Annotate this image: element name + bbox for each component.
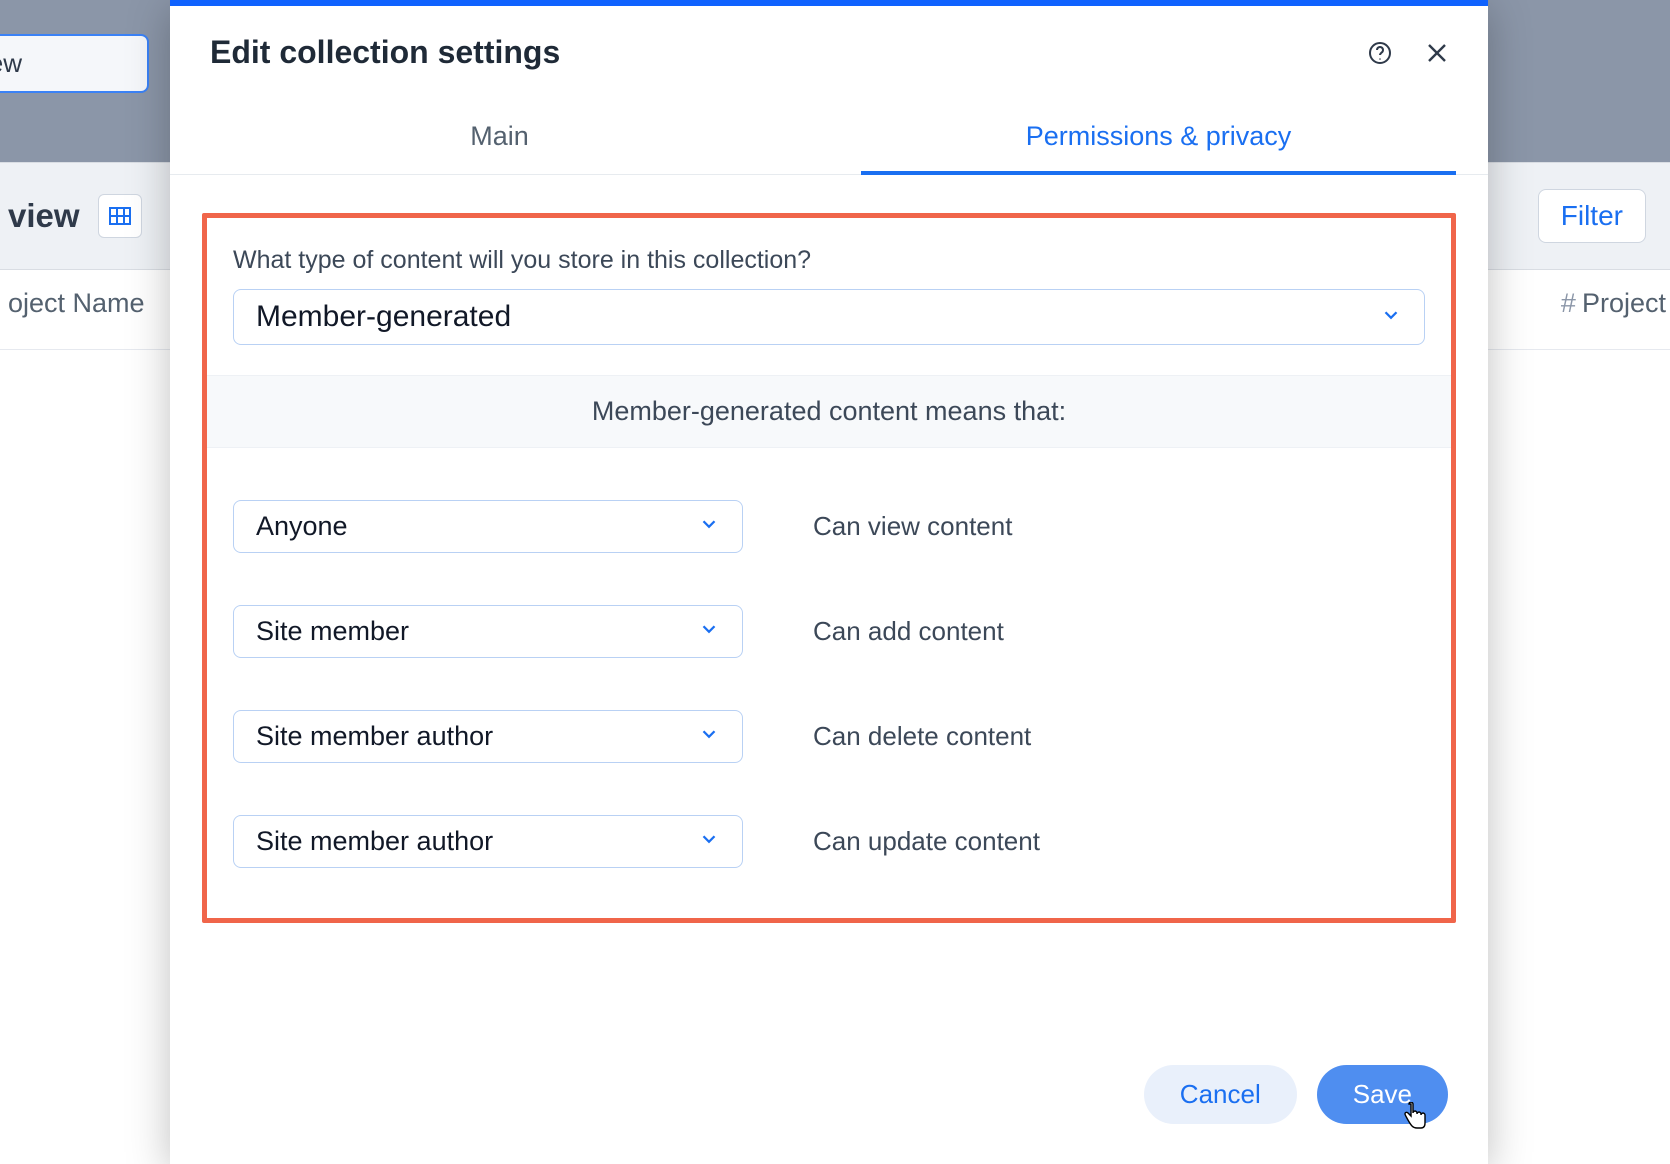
perm-delete-role: Site member author [256,721,493,752]
bg-col-left-text: oject Name [8,288,145,318]
highlight-frame: What type of content will you store in t… [202,213,1456,923]
modal-header: Edit collection settings [170,6,1488,71]
edit-collection-modal: Edit collection settings Main Permission… [170,0,1488,1164]
help-icon[interactable] [1368,41,1392,65]
perm-delete-desc: Can delete content [813,721,1031,752]
content-type-value: Member-generated [256,300,511,334]
bg-chip-view: view [0,34,149,93]
perm-view-desc: Can view content [813,511,1012,542]
perm-view-role: Anyone [256,511,348,542]
content-type-select[interactable]: Member-generated [233,289,1425,345]
tab-permissions[interactable]: Permissions & privacy [829,105,1488,174]
bg-col-right-text: Project [1582,288,1666,318]
perm-update-select[interactable]: Site member author [233,815,743,868]
grid-icon [98,194,142,238]
perm-add-role: Site member [256,616,409,647]
modal-title: Edit collection settings [210,34,560,71]
perm-row-add: Site member Can add content [207,605,1451,658]
perm-update-desc: Can update content [813,826,1040,857]
save-label: Save [1353,1079,1412,1109]
chevron-down-icon [698,513,720,540]
bg-chip-view-label: view [0,48,22,78]
perm-row-view: Anyone Can view content [207,500,1451,553]
content-type-subheader: Member-generated content means that: [207,375,1451,448]
chevron-down-icon [698,828,720,855]
modal-tabs: Main Permissions & privacy [170,105,1488,175]
modal-footer: Cancel Save [170,1037,1488,1164]
chevron-down-icon [1380,304,1402,331]
perm-update-role: Site member author [256,826,493,857]
bg-toolbar-view-label: view [8,197,80,235]
perm-add-select[interactable]: Site member [233,605,743,658]
tab-main-label: Main [470,121,529,151]
filter-label: Filter [1561,200,1623,231]
perm-view-select[interactable]: Anyone [233,500,743,553]
chevron-down-icon [698,723,720,750]
perm-add-desc: Can add content [813,616,1004,647]
chevron-down-icon [698,618,720,645]
content-type-question: What type of content will you store in t… [207,218,1451,289]
perm-row-delete: Site member author Can delete content [207,710,1451,763]
perm-row-update: Site member author Can update content [207,815,1451,868]
save-button[interactable]: Save [1317,1065,1448,1124]
tab-permissions-label: Permissions & privacy [1026,121,1292,151]
hash-icon: # [1561,288,1576,318]
filter-button[interactable]: Filter [1538,189,1646,243]
bg-col-project-name-left: oject Name [8,288,145,319]
bg-col-project-right: #Project [1561,288,1666,319]
close-icon[interactable] [1426,42,1448,64]
modal-header-actions [1368,41,1448,65]
cancel-label: Cancel [1180,1079,1261,1109]
tab-main[interactable]: Main [170,105,829,174]
cancel-button[interactable]: Cancel [1144,1065,1297,1124]
perm-delete-select[interactable]: Site member author [233,710,743,763]
